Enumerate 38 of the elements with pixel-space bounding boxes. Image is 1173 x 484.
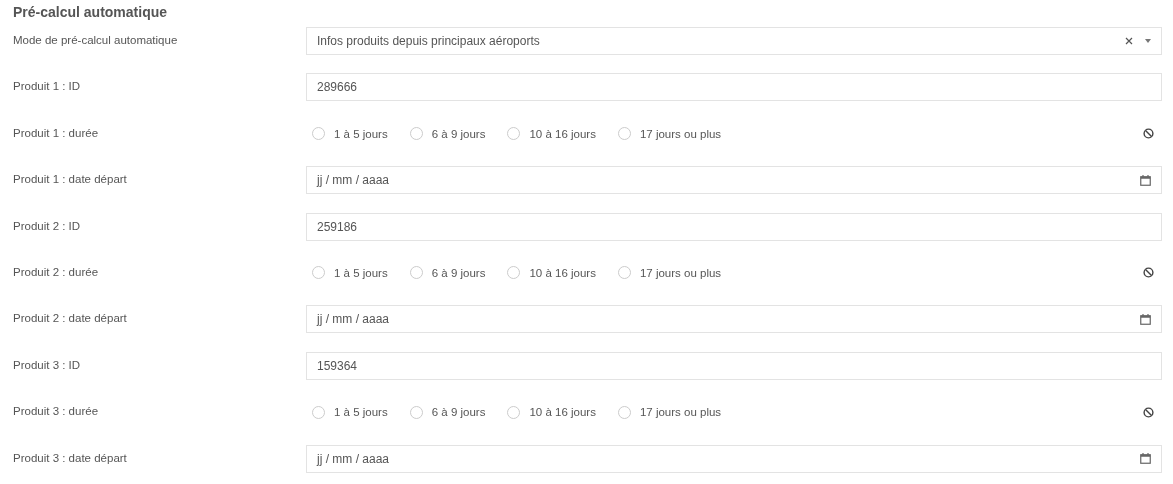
- caret-icon[interactable]: [1145, 39, 1151, 43]
- select-field[interactable]: Infos produits depuis principaux aéroports: [306, 27, 1162, 55]
- calendar-icon[interactable]: [1140, 453, 1151, 464]
- clear-selection-icon[interactable]: [1143, 128, 1154, 140]
- date-field[interactable]: jj / mm / aaaa: [306, 444, 1162, 473]
- field-label: Produit 3 : date départ: [13, 450, 128, 464]
- date-field[interactable]: jj / mm / aaaa: [306, 305, 1162, 334]
- radio-option[interactable]: 1 à 5 jours: [312, 266, 388, 280]
- radio-option[interactable]: 10 à 16 jours: [507, 266, 596, 280]
- radio-option[interactable]: 10 à 16 jours: [507, 405, 596, 419]
- calendar-icon[interactable]: [1140, 313, 1151, 325]
- radio-option[interactable]: 17 jours ou plus: [617, 405, 722, 419]
- field-label: Produit 1 : date départ: [13, 172, 128, 186]
- input-field[interactable]: 289666: [306, 73, 1162, 102]
- field-label: Mode de pré-calcul automatique: [13, 33, 179, 46]
- field-label: Produit 2 : date départ: [13, 311, 128, 325]
- radio-option[interactable]: 1 à 5 jours: [312, 127, 388, 141]
- radio-option[interactable]: 17 jours ou plus: [617, 127, 722, 141]
- field-label: Produit 2 : durée: [13, 264, 100, 278]
- radio-option[interactable]: 6 à 9 jours: [409, 266, 486, 280]
- field-label: Produit 1 : ID: [13, 79, 82, 93]
- field-label: Produit 2 : ID: [13, 218, 82, 232]
- input-field[interactable]: 259186: [306, 212, 1162, 241]
- radio-option[interactable]: 10 à 16 jours: [507, 127, 596, 141]
- clear-icon[interactable]: [1125, 37, 1133, 45]
- radio-option[interactable]: 1 à 5 jours: [312, 405, 388, 419]
- field-label: Produit 1 : durée: [13, 125, 100, 139]
- radio-option[interactable]: 6 à 9 jours: [409, 405, 486, 419]
- field-label: Produit 3 : ID: [13, 357, 82, 371]
- calendar-icon[interactable]: [1140, 174, 1151, 186]
- date-field[interactable]: jj / mm / aaaa: [306, 166, 1162, 195]
- field-label: Produit 3 : durée: [13, 404, 100, 418]
- radio-option[interactable]: 6 à 9 jours: [409, 127, 486, 141]
- radio-option[interactable]: 17 jours ou plus: [617, 266, 722, 280]
- input-field[interactable]: 159364: [306, 351, 1162, 380]
- section-title: Pré-calcul automatique: [13, 3, 169, 22]
- clear-selection-icon[interactable]: [1143, 267, 1154, 279]
- clear-selection-icon[interactable]: [1143, 406, 1154, 418]
